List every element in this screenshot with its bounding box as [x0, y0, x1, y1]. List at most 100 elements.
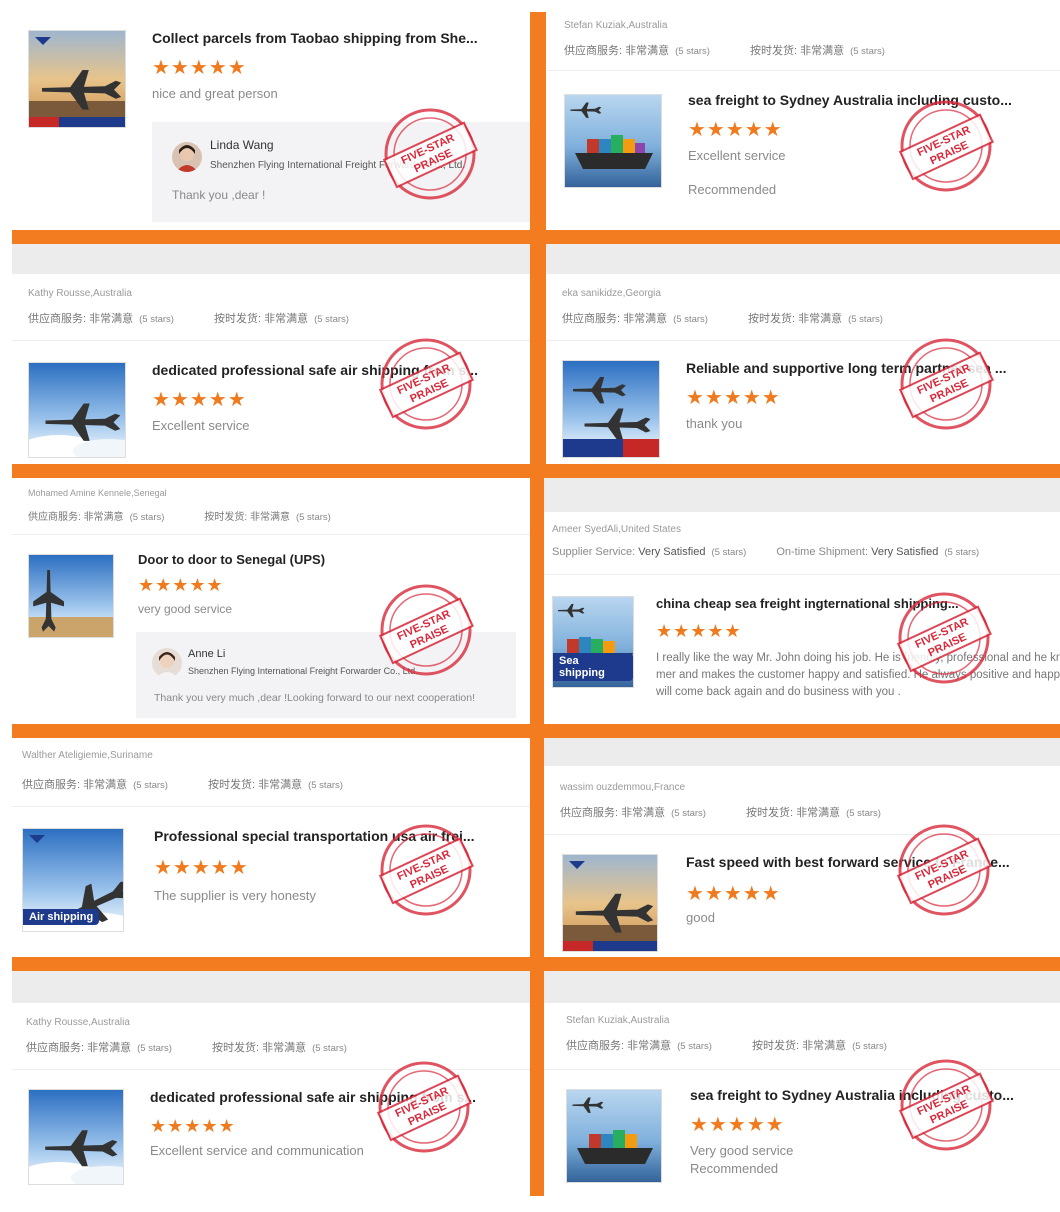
star-rating: ★★★★★: [152, 57, 247, 79]
reviewer-name: eka sanikidze,Georgia: [562, 288, 661, 299]
thumbnail-label: Air shipping: [23, 909, 100, 925]
review-card-7: Walther Ateligiemie,Suriname 供应商服务: 非常满意…: [12, 738, 530, 957]
product-thumbnail[interactable]: Sea shipping: [552, 596, 634, 688]
rating-summary: 供应商服务: 非常满意 (5 stars) 按时发货: 非常满意 (5 stars): [564, 45, 885, 57]
rating-summary: 供应商服务: 非常满意 (5 stars) 按时发货: 非常满意 (5 stars): [22, 779, 343, 791]
five-star-praise-stamp: FIVE-STAR PRAISE: [376, 334, 476, 434]
rating-summary: 供应商服务: 非常满意 (5 stars) 按时发货: 非常满意 (5 stars): [562, 313, 883, 325]
review-comment-2: Recommended: [690, 1161, 779, 1176]
divider-horizontal-3: [12, 724, 1060, 738]
five-star-praise-stamp: FIVE-STAR PRAISE: [894, 588, 994, 688]
review-card-2: Stefan Kuziak,Australia 供应商服务: 非常满意 (5 st…: [546, 12, 1060, 230]
review-card-8: wassim ouzdemmou,France 供应商服务: 非常满意 (5 st…: [544, 738, 1060, 957]
review-card-3: Kathy Rousse,Australia 供应商服务: 非常满意 (5 sta…: [12, 244, 530, 464]
star-rating: ★★★★★: [686, 387, 781, 409]
reviewer-name: Mohamed Amine Kennele,Senegal: [28, 488, 167, 498]
product-thumbnail[interactable]: [28, 554, 114, 638]
product-thumbnail[interactable]: [562, 854, 658, 952]
five-star-praise-stamp: FIVE-STAR PRAISE: [376, 820, 476, 920]
star-rating: ★★★★★: [688, 119, 783, 141]
star-rating: ★★★★★: [150, 1116, 236, 1136]
review-comment-2: Recommended: [688, 182, 777, 197]
star-rating: ★★★★★: [138, 575, 224, 595]
product-thumbnail[interactable]: [28, 30, 126, 128]
star-rating: ★★★★★: [690, 1114, 785, 1136]
rating-summary: 供应商服务: 非常满意 (5 stars) 按时发货: 非常满意 (5 stars): [560, 807, 881, 819]
product-title[interactable]: Door to door to Senegal (UPS): [138, 552, 498, 567]
rating-summary: Supplier Service: Very Satisfied (5 stars…: [552, 546, 980, 558]
reviewer-name: Kathy Rousse,Australia: [26, 1017, 130, 1028]
reply-text: Thank you ,dear !: [172, 188, 266, 202]
divider-horizontal-2: [12, 464, 1060, 478]
review-comment: good: [686, 910, 715, 925]
reviewer-name: Walther Ateligiemie,Suriname: [22, 750, 153, 761]
product-thumbnail[interactable]: [28, 1089, 124, 1185]
review-comment: nice and great person: [152, 86, 278, 101]
star-rating: ★★★★★: [152, 389, 247, 411]
five-star-praise-stamp: FIVE-STAR PRAISE: [376, 580, 476, 680]
review-card-1: Collect parcels from Taobao shipping fro…: [12, 12, 530, 230]
review-comment-line-1: I really like the way Mr. John doing his…: [656, 652, 1060, 664]
airplane-image: [563, 361, 659, 457]
header-strip: [544, 478, 1060, 512]
review-card-5: Mohamed Amine Kennele,Senegal 供应商服务: 非常满…: [12, 478, 530, 724]
review-comment: Very good service: [690, 1143, 794, 1158]
review-comment: Excellent service: [152, 418, 250, 433]
reviewer-name: Kathy Rousse,Australia: [28, 288, 132, 299]
star-rating: ★★★★★: [154, 857, 249, 879]
cargo-ship-image: [565, 95, 661, 187]
review-card-4: eka sanikidze,Georgia 供应商服务: 非常满意 (5 star…: [546, 244, 1060, 464]
header-strip: [544, 738, 1060, 766]
divider-vertical-bottom: [530, 476, 544, 1196]
review-comment: very good service: [138, 602, 233, 616]
product-thumbnail[interactable]: [564, 94, 662, 188]
header-strip: [544, 971, 1060, 1003]
review-comment: thank you: [686, 416, 743, 431]
product-thumbnail[interactable]: [566, 1089, 662, 1183]
header-strip: [12, 244, 530, 274]
five-star-praise-stamp: FIVE-STAR PRAISE: [896, 1055, 996, 1155]
review-card-6: Ameer SyedAli,United States Supplier Ser…: [544, 478, 1060, 724]
avatar: [172, 142, 202, 172]
divider-horizontal-1: [12, 230, 1060, 244]
star-rating: ★★★★★: [686, 883, 781, 905]
product-thumbnail[interactable]: Air shipping: [22, 828, 124, 932]
review-comment-line-3: will come back again and do business wit…: [656, 686, 901, 698]
reply-author-name: Anne Li: [188, 648, 226, 660]
airplane-image: [29, 363, 125, 457]
divider: [12, 534, 530, 535]
five-star-praise-stamp: FIVE-STAR PRAISE: [896, 334, 996, 434]
review-comment: Excellent service and communication: [150, 1143, 364, 1158]
star-rating: ★★★★★: [656, 621, 742, 641]
divider: [12, 806, 530, 807]
review-comment: Excellent service: [688, 148, 786, 163]
rating-summary: 供应商服务: 非常满意 (5 stars) 按时发货: 非常满意 (5 stars): [28, 512, 331, 523]
five-star-praise-stamp: FIVE-STAR PRAISE: [374, 1057, 474, 1157]
divider: [546, 70, 1060, 71]
reviewer-name: Stefan Kuziak,Australia: [564, 20, 668, 31]
airplane-image: [563, 855, 657, 951]
product-title[interactable]: Collect parcels from Taobao shipping fro…: [152, 30, 512, 46]
airplane-image: [29, 31, 125, 127]
rating-summary: 供应商服务: 非常满意 (5 stars) 按时发货: 非常满意 (5 stars): [28, 313, 349, 325]
airplane-image: [29, 555, 113, 637]
five-star-praise-stamp: FIVE-STAR PRAISE: [894, 820, 994, 920]
divider-horizontal-4: [12, 957, 1060, 971]
reply-author-name: Linda Wang: [210, 138, 274, 152]
rating-summary: 供应商服务: 非常满意 (5 stars) 按时发货: 非常满意 (5 stars): [566, 1040, 887, 1052]
header-strip: [546, 244, 1060, 274]
divider: [544, 574, 1060, 575]
product-thumbnail[interactable]: [562, 360, 660, 458]
review-card-10: Stefan Kuziak,Australia 供应商服务: 非常满意 (5 st…: [544, 971, 1060, 1196]
reviewer-name: wassim ouzdemmou,France: [560, 782, 686, 793]
five-star-praise-stamp: FIVE-STAR PRAISE: [380, 104, 480, 204]
header-strip: [12, 971, 530, 1003]
avatar: [152, 648, 182, 678]
airplane-image: [29, 1090, 123, 1184]
product-thumbnail[interactable]: [28, 362, 126, 458]
thumbnail-label: Sea shipping: [553, 653, 633, 681]
cargo-ship-image: [567, 1090, 661, 1182]
rating-summary: 供应商服务: 非常满意 (5 stars) 按时发货: 非常满意 (5 stars): [26, 1042, 347, 1054]
reviewer-name: Ameer SyedAli,United States: [552, 524, 681, 535]
review-comment: The supplier is very honesty: [154, 888, 316, 903]
